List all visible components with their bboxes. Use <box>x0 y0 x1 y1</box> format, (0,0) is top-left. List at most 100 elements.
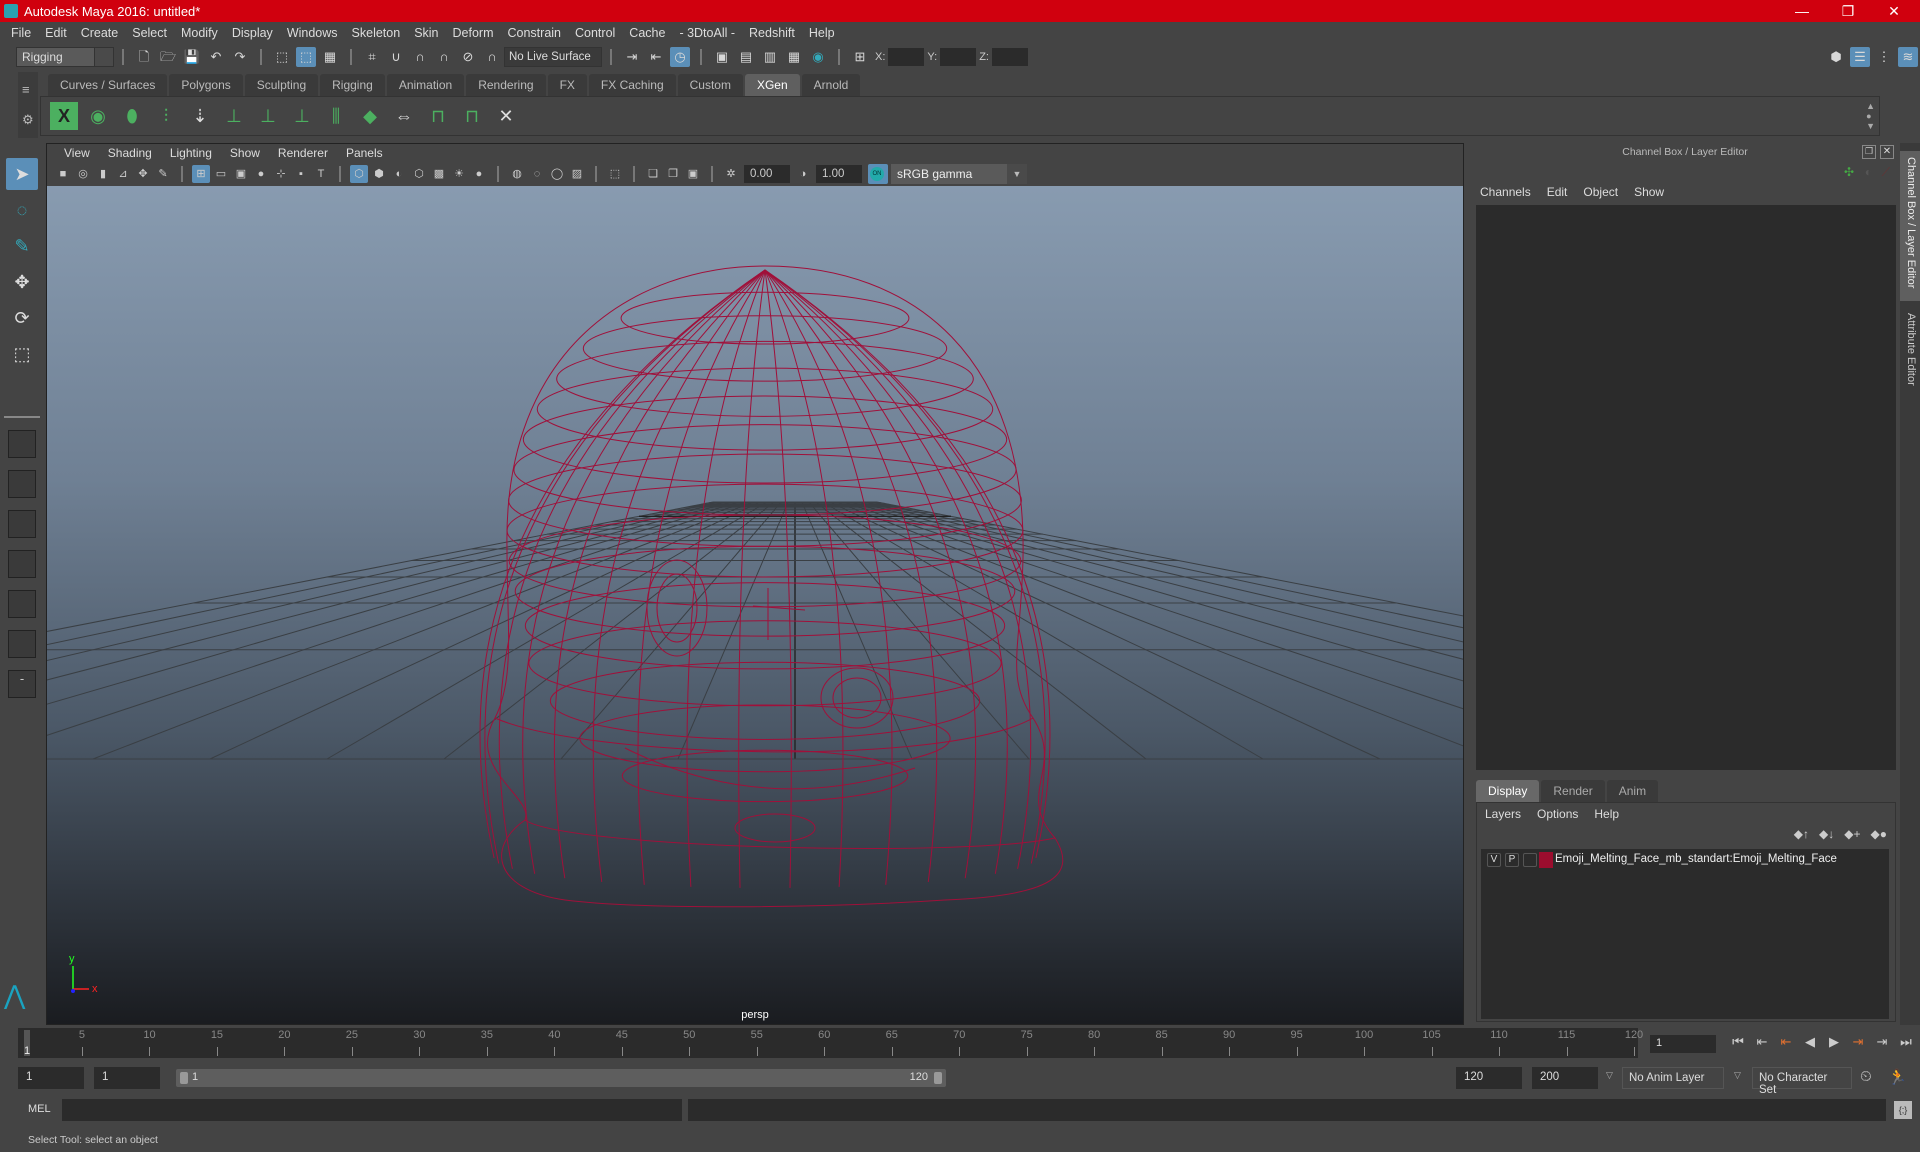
menu-help[interactable]: Help <box>802 26 842 40</box>
tool-settings-icon[interactable]: ⋮ <box>1874 47 1894 67</box>
camera-attributes-icon[interactable]: ◎ <box>74 165 92 183</box>
depth-of-field-icon[interactable]: ▨ <box>568 165 586 183</box>
resolution-gate-icon[interactable]: ▣ <box>232 165 250 183</box>
auto-key-icon[interactable]: ⏲ <box>1860 1068 1872 1085</box>
cb-menu-channels[interactable]: Channels <box>1480 185 1531 199</box>
add-guide-icon[interactable]: ⊥ <box>220 102 248 130</box>
new-layer-selected-icon[interactable]: ◆● <box>1871 827 1887 841</box>
menu-windows[interactable]: Windows <box>280 26 345 40</box>
animation-preferences-icon[interactable]: 🏃 <box>1888 1068 1907 1086</box>
anim-layer-dropdown-arrow[interactable]: ▽ <box>1606 1070 1613 1081</box>
menu-control[interactable]: Control <box>568 26 622 40</box>
play-forwards-icon[interactable]: ▶ <box>1822 1034 1846 1050</box>
wireframe-on-shaded-icon[interactable]: ⬡ <box>410 165 428 183</box>
gate-mask-icon[interactable]: ● <box>252 165 270 183</box>
construction-history-icon[interactable]: ◷ <box>670 47 690 67</box>
layer-tab-render[interactable]: Render <box>1541 780 1605 802</box>
exposure-field[interactable]: 0.00 <box>744 165 790 183</box>
gamma-icon[interactable]: ◑ <box>794 165 812 183</box>
select-component-icon[interactable]: ▦ <box>320 47 340 67</box>
film-gate-icon[interactable]: ▭ <box>212 165 230 183</box>
menu-file[interactable]: File <box>4 26 38 40</box>
go-to-start-icon[interactable]: ⏮ <box>1726 1034 1750 1050</box>
snap-grid-icon[interactable]: ⌗ <box>362 47 382 67</box>
shadows-icon[interactable]: ● <box>470 165 488 183</box>
paint-select-icon[interactable]: ✎ <box>6 230 38 262</box>
more-layouts-button[interactable]: - <box>8 670 36 698</box>
image-plane-icon[interactable]: ⊿ <box>114 165 132 183</box>
xray-active-components-icon[interactable]: ▣ <box>684 165 702 183</box>
viewport-menu-renderer[interactable]: Renderer <box>269 146 337 160</box>
new-layer-icon[interactable]: ◆+ <box>1844 827 1860 841</box>
shelf-tab-rigging[interactable]: Rigging <box>320 74 385 96</box>
isolate-select-icon[interactable]: ⬚ <box>606 165 624 183</box>
cb-menu-edit[interactable]: Edit <box>1547 185 1568 199</box>
guide-density-icon[interactable]: ◆ <box>356 102 384 130</box>
play-backwards-icon[interactable]: ◀ <box>1798 1034 1822 1050</box>
flip-guide-icon[interactable]: ⇔ <box>390 102 418 130</box>
save-scene-icon[interactable]: 💾 <box>182 47 202 67</box>
range-slider[interactable]: 1 120 <box>176 1069 946 1087</box>
le-menu-layers[interactable]: Layers <box>1485 807 1521 821</box>
animation-start-field[interactable]: 1 <box>18 1067 84 1089</box>
single-perspective-icon[interactable] <box>8 430 36 458</box>
command-language-toggle[interactable]: MEL <box>28 1103 51 1115</box>
layer-playback-toggle[interactable]: P <box>1505 853 1519 867</box>
attribute-editor-toggle-icon[interactable]: ☰ <box>1850 47 1870 67</box>
textured-icon[interactable]: ▩ <box>430 165 448 183</box>
viewport-menu-view[interactable]: View <box>55 146 99 160</box>
gamma-field[interactable]: 1.00 <box>816 165 862 183</box>
open-scene-icon[interactable]: 🗁 <box>158 47 178 67</box>
shelf-tab-animation[interactable]: Animation <box>386 74 465 96</box>
input-ops-icon[interactable]: ⇥ <box>622 47 642 67</box>
melting-face-wireframe[interactable] <box>479 265 1064 908</box>
current-frame-field[interactable]: 1 <box>1650 1035 1716 1053</box>
anim-layer-dropdown[interactable]: No Anim Layer <box>1622 1067 1724 1089</box>
render-settings-icon[interactable]: ▦ <box>784 47 804 67</box>
menu-select[interactable]: Select <box>125 26 174 40</box>
shelf-scroll-icon[interactable]: ▲ ● ▼ <box>1866 101 1875 131</box>
move-tool-icon[interactable]: ✥ <box>6 266 38 298</box>
menu-set-dropdown[interactable]: Rigging <box>16 47 114 67</box>
shelf-tab-polygons[interactable]: Polygons <box>169 74 243 96</box>
channel-box-toggle-icon[interactable]: ≋ <box>1898 47 1918 67</box>
menu-redshift[interactable]: Redshift <box>742 26 802 40</box>
motion-blur-icon[interactable]: ◌ <box>528 165 546 183</box>
select-camera-icon[interactable]: ■ <box>54 165 72 183</box>
3d-scene[interactable]: y x persp <box>47 186 1463 1024</box>
anti-aliasing-icon[interactable]: ◯ <box>548 165 566 183</box>
viewport-menu-lighting[interactable]: Lighting <box>161 146 221 160</box>
live-surface-field[interactable]: No Live Surface <box>504 47 602 67</box>
menu-display[interactable]: Display <box>225 26 280 40</box>
manipulator-icon[interactable]: ✣ <box>1844 165 1854 179</box>
range-start-handle[interactable] <box>180 1072 188 1084</box>
shelf-tab-curves-surfaces[interactable]: Curves / Surfaces <box>48 74 168 96</box>
playback-end-field[interactable]: 120 <box>1456 1067 1522 1089</box>
close-button[interactable]: ✕ <box>1872 0 1916 22</box>
persp-outliner-icon[interactable] <box>8 510 36 538</box>
safe-action-icon[interactable]: ▪ <box>292 165 310 183</box>
float-panel-icon[interactable]: ❐ <box>1862 145 1876 159</box>
exposure-icon[interactable]: ✲ <box>722 165 740 183</box>
select-guide-icon[interactable]: ⊓ <box>424 102 452 130</box>
safe-title-icon[interactable]: T <box>312 165 330 183</box>
menu-skeleton[interactable]: Skeleton <box>345 26 408 40</box>
make-live-icon[interactable]: ∩ <box>482 47 502 67</box>
persp-graph-outliner-icon[interactable] <box>8 630 36 658</box>
xray-joints-icon[interactable]: ❐ <box>664 165 682 183</box>
xgen-window-icon[interactable]: X <box>50 102 78 130</box>
ipr-render-icon[interactable]: ▥ <box>760 47 780 67</box>
menu-deform[interactable]: Deform <box>446 26 501 40</box>
time-slider[interactable]: 1 5 10 15 20 25 30 35 40 45 50 55 60 65 70 75 80 85 90 95 1… <box>18 1028 1643 1058</box>
range-end-handle[interactable] <box>934 1072 942 1084</box>
restore-button[interactable]: ❐ <box>1826 0 1870 22</box>
shelf-settings-icon[interactable]: ⚙ <box>22 112 34 128</box>
snap-curve-icon[interactable]: ∪ <box>386 47 406 67</box>
2d-pan-zoom-icon[interactable]: ✥ <box>134 165 152 183</box>
wireframe-icon[interactable]: ⬡ <box>350 165 368 183</box>
create-description-icon[interactable]: ⫶ <box>152 102 180 130</box>
cb-menu-show[interactable]: Show <box>1634 185 1664 199</box>
playback-start-field[interactable]: 1 <box>94 1067 160 1089</box>
snap-view-plane-icon[interactable]: ∩ <box>434 47 454 67</box>
select-hierarchy-icon[interactable]: ⬚ <box>272 47 292 67</box>
